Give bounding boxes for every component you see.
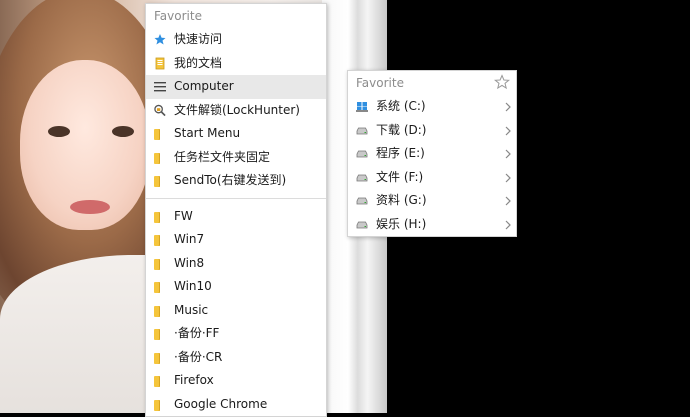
menu-item-label: Win7 bbox=[174, 232, 205, 246]
folder-icon bbox=[154, 235, 160, 246]
menu-item-my-documents[interactable]: 我的文档 bbox=[146, 52, 326, 76]
chevron-right-icon bbox=[505, 149, 511, 159]
menu-item-backup-cr[interactable]: ·备份·CR bbox=[146, 346, 326, 370]
menu-item-label: SendTo(右键发送到) bbox=[174, 173, 287, 187]
menu-item-label: ·备份·FF bbox=[174, 326, 220, 340]
favorite-star-icon[interactable] bbox=[494, 74, 510, 90]
drive-item-f[interactable]: 文件 (F:) bbox=[348, 166, 516, 190]
drive-item-c[interactable]: 系统 (C:) bbox=[348, 95, 516, 119]
menu-item-start-menu[interactable]: Start Menu bbox=[146, 122, 326, 146]
drive-icon bbox=[356, 127, 368, 134]
menu-item-label: FW bbox=[174, 208, 193, 223]
chevron-right-icon bbox=[505, 196, 511, 206]
drive-label: 文件 (F:) bbox=[376, 169, 424, 184]
favorite-menu-header: Favorite bbox=[154, 9, 202, 23]
menu-item-label: Win10 bbox=[174, 279, 212, 293]
folder-icon bbox=[154, 282, 160, 293]
wallpaper-lips bbox=[70, 200, 110, 214]
drive-label: 下载 (D:) bbox=[376, 122, 427, 137]
drive-item-d[interactable]: 下载 (D:) bbox=[348, 119, 516, 143]
folder-icon bbox=[154, 258, 160, 270]
menu-item-lockhunter[interactable]: 文件解锁(LockHunter) bbox=[146, 99, 326, 123]
drives-submenu-header: Favorite bbox=[348, 71, 516, 95]
menu-item-backup-ff[interactable]: ·备份·FF bbox=[146, 322, 326, 346]
chevron-right-icon bbox=[505, 126, 511, 135]
menu-item-label: Computer bbox=[174, 79, 234, 93]
folder-icon bbox=[154, 399, 160, 411]
menu-item-computer[interactable]: Computer bbox=[146, 75, 326, 99]
favorite-menu: Favorite 快速访问 我的文档 Computer 文件解锁(LockHun… bbox=[145, 3, 327, 417]
menu-item-label: 任务栏文件夹固定 bbox=[174, 149, 271, 164]
lockhunter-icon bbox=[154, 104, 166, 116]
star-pin-icon bbox=[154, 34, 166, 45]
drive-icon bbox=[356, 197, 368, 205]
drive-item-e[interactable]: 程序 (E:) bbox=[348, 142, 516, 166]
menu-separator bbox=[146, 197, 326, 199]
menu-item-firefox[interactable]: Firefox bbox=[146, 369, 326, 393]
menu-item-win10[interactable]: Win10 bbox=[146, 275, 326, 299]
menu-item-label: Win8 bbox=[174, 255, 205, 270]
menu-item-label: Google Chrome bbox=[174, 396, 268, 411]
drive-label: 资料 (G:) bbox=[376, 193, 427, 207]
menu-item-label: Start Menu bbox=[174, 126, 241, 140]
system-drive-icon bbox=[356, 102, 368, 112]
drives-submenu-title: Favorite bbox=[356, 76, 404, 90]
menu-item-label: ·备份·CR bbox=[174, 349, 223, 364]
folder-icon bbox=[154, 305, 160, 317]
menu-item-label: 文件解锁(LockHunter) bbox=[174, 102, 300, 117]
menu-item-label: Firefox bbox=[174, 373, 214, 387]
menu-item-win8[interactable]: Win8 bbox=[146, 252, 326, 276]
menu-item-label: 我的文档 bbox=[174, 55, 223, 70]
hamburger-icon bbox=[154, 82, 166, 92]
chevron-right-icon bbox=[505, 173, 511, 182]
chevron-right-icon bbox=[505, 102, 511, 112]
drive-item-h[interactable]: 娱乐 (H:) bbox=[348, 213, 516, 237]
drive-icon bbox=[356, 221, 368, 228]
menu-item-music[interactable]: Music bbox=[146, 299, 326, 323]
documents-icon bbox=[155, 57, 165, 69]
wallpaper-eye-right bbox=[112, 126, 134, 137]
folder-icon bbox=[154, 376, 160, 387]
folder-icon bbox=[154, 176, 160, 187]
menu-item-taskbar-folder[interactable]: 任务栏文件夹固定 bbox=[146, 146, 326, 170]
drive-icon bbox=[356, 150, 368, 158]
drive-label: 程序 (E:) bbox=[376, 146, 425, 160]
drive-icon bbox=[356, 174, 368, 181]
menu-item-label: 快速访问 bbox=[174, 32, 223, 46]
chevron-right-icon bbox=[505, 220, 511, 229]
menu-item-quick-access[interactable]: 快速访问 bbox=[146, 28, 326, 52]
drive-item-g[interactable]: 资料 (G:) bbox=[348, 189, 516, 213]
drives-submenu: Favorite 系统 (C:) 下载 (D:) 程序 (E:) 文件 (F:)… bbox=[347, 70, 517, 237]
menu-item-google-chrome[interactable]: Google Chrome bbox=[146, 393, 326, 417]
wallpaper-eye-left bbox=[48, 126, 70, 137]
folder-icon bbox=[154, 211, 160, 223]
menu-item-sendto[interactable]: SendTo(右键发送到) bbox=[146, 169, 326, 193]
menu-item-label: Music bbox=[174, 302, 209, 317]
menu-item-fw[interactable]: FW bbox=[146, 205, 326, 229]
folder-icon bbox=[154, 329, 160, 340]
folder-icon bbox=[154, 129, 160, 140]
drive-label: 娱乐 (H:) bbox=[376, 216, 427, 231]
folder-icon bbox=[154, 152, 160, 164]
menu-item-win7[interactable]: Win7 bbox=[146, 228, 326, 252]
drive-label: 系统 (C:) bbox=[376, 99, 426, 113]
folder-icon bbox=[154, 352, 160, 364]
